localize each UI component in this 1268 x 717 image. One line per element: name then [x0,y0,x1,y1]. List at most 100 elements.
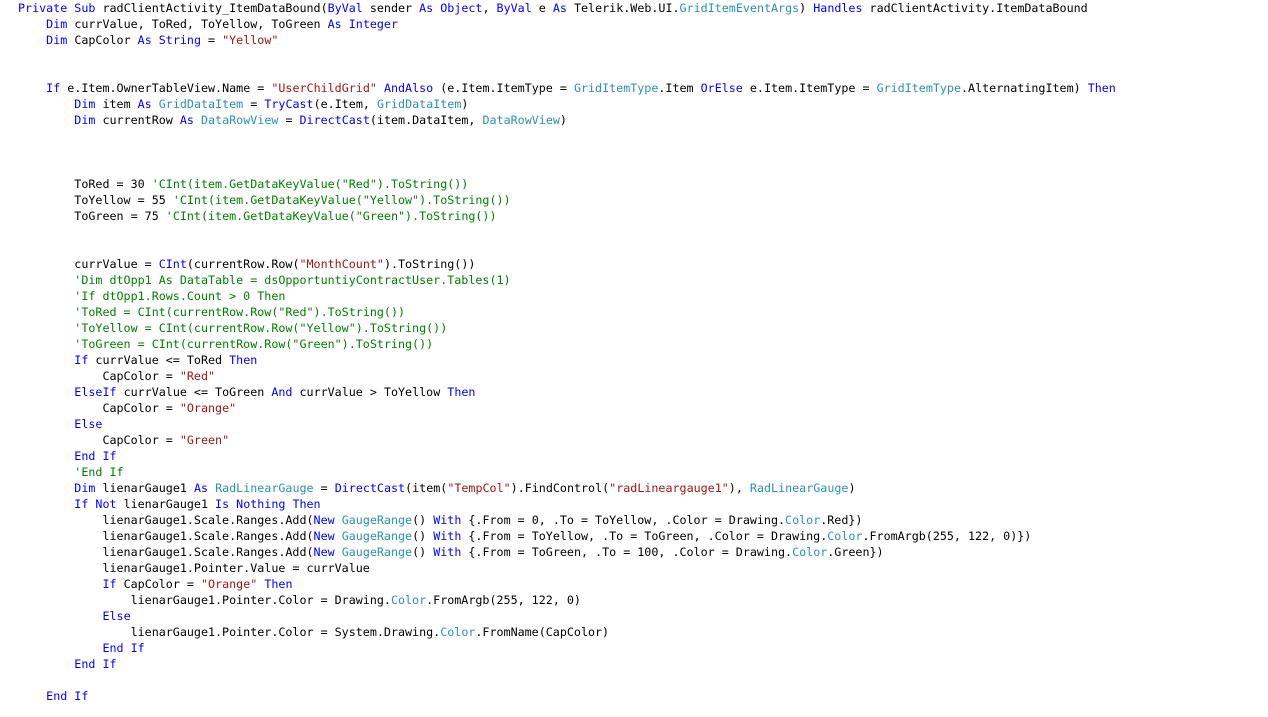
code-line: ToYellow = 55 'CInt(item.GetDataKeyValue… [18,192,1258,208]
text-token: e.Item.ItemType = [749,81,877,95]
text-token: CapColor = [18,433,180,447]
text-token: .FromArgb(255, 122, 0) [426,593,581,607]
text-token: currValue, ToRed, ToYellow, ToGreen [74,17,328,31]
blank-code-line [18,240,1258,256]
type-token: GaugeRange [341,529,413,543]
code-line: currValue = CInt(currentRow.Row("MonthCo… [18,256,1258,272]
text-token: .AlternatingItem) [961,81,1088,95]
keyword-token: CInt [158,257,187,271]
keyword-token: With [433,513,469,527]
text-token: Telerik.Web.UI. [573,1,680,15]
text-token: currentRow [102,113,180,127]
type-token: GridDataItem [376,97,462,111]
text-token: item [102,97,138,111]
text-token: ).ToString()) [383,257,476,271]
keyword-token: With [433,545,469,559]
text-token: (e.Item.ItemType = [440,81,574,95]
type-token: GaugeRange [341,513,413,527]
keyword-token: As Integer [327,17,399,31]
keyword-token: DirectCast [334,481,406,495]
keyword-token: If Not [74,497,124,511]
text-token: (item.DataItem, [369,113,483,127]
keyword-token: If [46,81,68,95]
blank-code-line [18,48,1258,64]
text-token: e [538,1,553,15]
code-line: Dim currValue, ToRed, ToYellow, ToGreen … [18,16,1258,32]
type-token: RadLinearGauge [749,481,849,495]
text-token: CapColor = [18,401,180,415]
string-token: "MonthCount" [299,257,384,271]
code-editor[interactable]: Private Sub radClientActivity_ItemDataBo… [18,0,1258,717]
comment-token: 'ToYellow = CInt(currentRow.Row("Yellow"… [74,321,448,335]
text-token: CapColor [74,33,138,47]
text-token: currValue = [18,257,159,271]
text-token: ToYellow = 55 [18,193,173,207]
blank-code-line [18,128,1258,144]
code-line: ElseIf currValue <= ToGreen And currValu… [18,384,1258,400]
code-line: End If [18,688,1258,704]
keyword-token: ElseIf [74,385,124,399]
keyword-token: Else [102,609,131,623]
keyword-token: TryCast [264,97,314,111]
code-line: 'Dim dtOpp1 As DataTable = dsOpportuntiy… [18,272,1258,288]
keyword-token: AndAlso [383,81,441,95]
string-token: "Red" [179,369,216,383]
code-line: Private Sub radClientActivity_ItemDataBo… [18,0,1258,16]
keyword-token: End If [74,449,117,463]
code-line: lienarGauge1.Pointer.Value = currValue [18,560,1258,576]
string-token: "UserChildGrid" [271,81,384,95]
comment-token: 'Dim dtOpp1 As DataTable = dsOpportuntiy… [74,273,511,287]
code-line: ToGreen = 75 'CInt(item.GetDataKeyValue(… [18,208,1258,224]
code-line: 'If dtOpp1.Rows.Count > 0 Then [18,288,1258,304]
keyword-token: New [313,545,342,559]
code-line: CapColor = "Green" [18,432,1258,448]
keyword-token: Dim [74,97,103,111]
type-token: GridItemType [876,81,962,95]
keyword-token: OrElse [700,81,750,95]
code-line: End If [18,448,1258,464]
string-token: "Orange" [200,577,265,591]
keyword-token: Dim [46,17,75,31]
keyword-token: As [137,97,159,111]
code-line: lienarGauge1.Scale.Ranges.Add(New GaugeR… [18,528,1258,544]
text-token: = [208,33,223,47]
type-token: Color [440,625,476,639]
blank-code-line [18,160,1258,176]
text-token: ) [799,1,814,15]
code-line: 'End If [18,464,1258,480]
string-token: "TempCol" [447,481,511,495]
text-token: sender [369,1,420,15]
text-token: = [320,481,335,495]
type-token: DataRowView [200,113,286,127]
code-line: CapColor = "Red" [18,368,1258,384]
text-token: .FromArgb(255, 122, 0)}) [862,529,1032,543]
keyword-token: Dim [46,33,75,47]
keyword-token: Private Sub [18,1,103,15]
code-line: If currValue <= ToRed Then [18,352,1258,368]
text-token: () [412,545,434,559]
string-token: "Orange" [179,401,237,415]
keyword-token: As [179,113,201,127]
keyword-token: If [74,353,96,367]
text-token: (e.Item, [313,97,377,111]
code-line: lienarGauge1.Pointer.Color = Drawing.Col… [18,592,1258,608]
keyword-token: New [313,529,342,543]
keyword-token: Handles [813,1,870,15]
keyword-token: Else [74,417,103,431]
text-token: ), [728,481,750,495]
code-line: Dim item As GridDataItem = TryCast(e.Ite… [18,96,1258,112]
keyword-token: As [552,1,574,15]
keyword-token: As Object [419,1,483,15]
text-token: ) [848,481,856,495]
text-token: ) [559,113,567,127]
